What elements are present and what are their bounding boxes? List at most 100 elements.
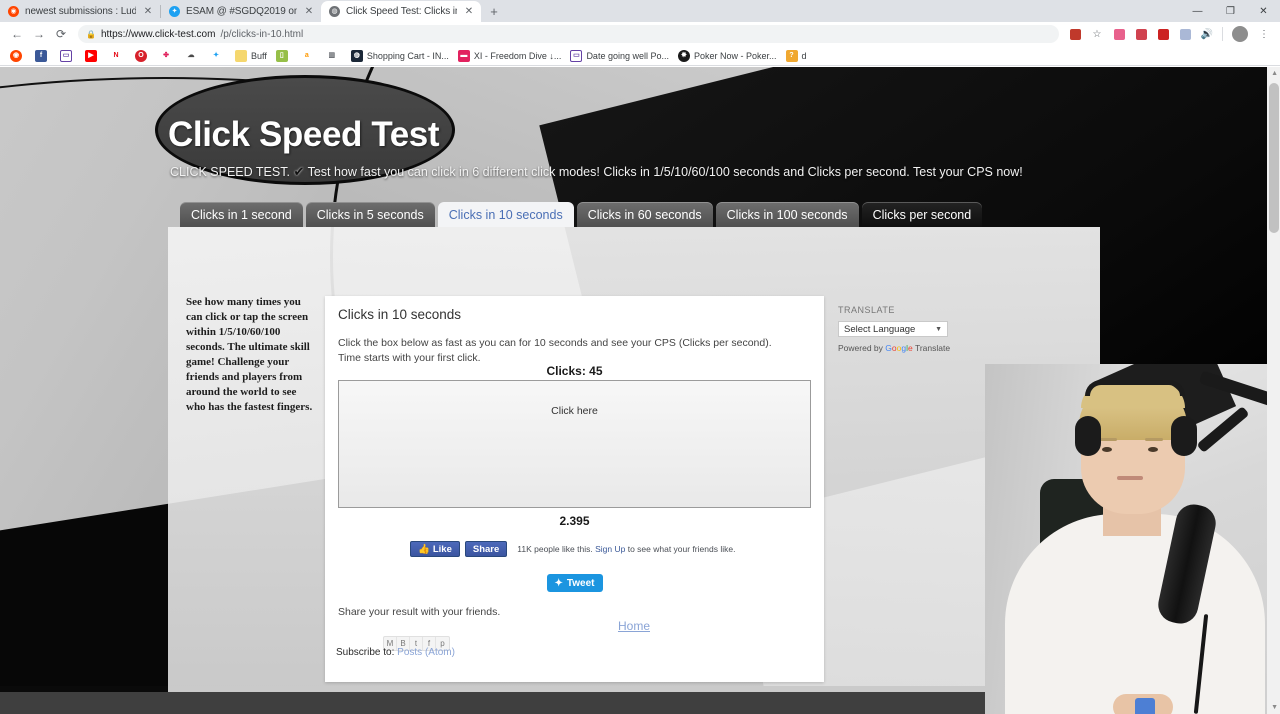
folder-icon xyxy=(235,49,247,62)
webcam-person-eye-left xyxy=(1102,447,1112,452)
bookmark-buff-folder[interactable]: Buff xyxy=(231,47,271,65)
sidebar-description: See how many times you can click or tap … xyxy=(186,296,313,414)
facebook-like-button[interactable]: 👍 Like xyxy=(410,541,460,557)
close-icon[interactable]: ✕ xyxy=(303,6,315,17)
extension-grammar-icon[interactable] xyxy=(1175,24,1195,44)
browser-tab-1[interactable]: ✦ ESAM @ #SGDQ2019 on Twitter ✕ xyxy=(161,1,321,22)
bookmark-facebook[interactable]: f xyxy=(31,47,55,65)
bookmark-label: Date going well Po... xyxy=(586,50,669,61)
bookmark-label: Shopping Cart - IN... xyxy=(366,50,449,61)
bookmark-opera[interactable]: O xyxy=(131,47,155,65)
bookmark-d[interactable]: ? d xyxy=(782,47,811,65)
scroll-down-icon[interactable]: ▼ xyxy=(1271,704,1278,711)
extension-red-icon[interactable] xyxy=(1153,24,1173,44)
thumbs-up-icon: 👍 xyxy=(418,543,430,555)
scroll-up-icon[interactable]: ▲ xyxy=(1271,70,1278,77)
twitter-icon: ✦ xyxy=(169,6,180,17)
like-count: 11K people like this. xyxy=(517,544,593,554)
bookmark-date-going-well[interactable]: ▭ Date going well Po... xyxy=(566,47,673,65)
minimize-button[interactable]: — xyxy=(1181,0,1214,22)
click-area[interactable]: Click here xyxy=(338,380,811,508)
toolbar-icon-group: ☆ 🔊 ⋮ xyxy=(1065,24,1274,44)
bookmark-twitter[interactable]: ✦ xyxy=(206,47,230,65)
bookmarks-bar: ◉ f ▭ ▶ N O ✤ ☁ ✦ Buff ▯ a ▥ ◍ Shopping C… xyxy=(0,46,1280,66)
tweet-button[interactable]: ✦ Tweet xyxy=(546,574,603,592)
toolbar-divider xyxy=(1222,27,1223,41)
bookmark-analytics[interactable]: ▥ xyxy=(322,47,346,65)
tab-clicks-in-10-seconds[interactable]: Clicks in 10 seconds xyxy=(437,202,574,227)
bookmark-freedom-dive[interactable]: ▬ XI - Freedom Dive ↓... xyxy=(454,47,566,65)
tab-clicks-in-100-seconds[interactable]: Clicks in 100 seconds xyxy=(715,202,859,227)
steam-icon: ◍ xyxy=(350,49,363,62)
powered-suffix: Translate xyxy=(914,343,951,353)
tab-clicks-in-1-second[interactable]: Clicks in 1 second xyxy=(180,202,303,227)
bookmark-shopify[interactable]: ▯ xyxy=(272,47,296,65)
poker-icon: ✸ xyxy=(677,49,690,62)
new-tab-button[interactable]: + xyxy=(481,1,507,22)
powered-prefix: Powered by xyxy=(838,343,883,353)
chevron-down-icon: ▼ xyxy=(935,325,942,333)
bookmark-amazon[interactable]: a xyxy=(297,47,321,65)
chat-icon: ☁ xyxy=(185,49,197,62)
address-bar[interactable]: 🔒 https://www.click-test.com/p/clicks-in… xyxy=(78,25,1059,43)
bookmark-youtube[interactable]: ▶ xyxy=(81,47,105,65)
bookmark-star-icon[interactable]: ☆ xyxy=(1087,24,1107,44)
checkmark-icon: ✔ xyxy=(293,164,305,179)
share-label: Share xyxy=(472,543,500,555)
lock-icon: 🔒 xyxy=(86,29,96,39)
close-icon[interactable]: ✕ xyxy=(142,6,154,17)
profile-avatar[interactable] xyxy=(1232,26,1248,42)
twitter-bird-icon: ✦ xyxy=(554,577,563,589)
like-meta-tail: to see what your friends like. xyxy=(627,544,736,554)
home-link[interactable]: Home xyxy=(168,619,1100,633)
back-icon[interactable]: ← xyxy=(6,23,28,45)
extension-rocket-icon[interactable] xyxy=(1131,24,1151,44)
extension-shield-icon[interactable] xyxy=(1065,24,1085,44)
reload-icon[interactable]: ⟳ xyxy=(50,23,72,45)
description-body: Test how fast you can click in 6 differe… xyxy=(307,165,1023,179)
page-scrollbar[interactable]: ▲ ▼ xyxy=(1267,67,1280,714)
tab-title: newest submissions : LudwigAhg xyxy=(25,6,136,17)
volume-icon[interactable]: 🔊 xyxy=(1197,24,1217,44)
url-path: /p/clicks-in-10.html xyxy=(220,28,304,40)
extension-pink-icon[interactable] xyxy=(1109,24,1129,44)
shopify-icon: ▯ xyxy=(275,49,288,62)
reddit-icon: ◉ xyxy=(10,49,22,62)
window-close-button[interactable]: ✕ xyxy=(1247,0,1280,22)
click-area-label: Click here xyxy=(551,405,598,417)
reddit-icon: ◉ xyxy=(8,6,19,17)
scrollbar-thumb[interactable] xyxy=(1269,83,1279,233)
maximize-button[interactable]: ❐ xyxy=(1214,0,1247,22)
page-title: Click Speed Test xyxy=(168,115,440,154)
twitter-icon: ✦ xyxy=(210,49,222,62)
language-select[interactable]: Select Language ▼ xyxy=(838,321,948,337)
card-title: Clicks in 10 seconds xyxy=(338,307,462,322)
browser-tab-0[interactable]: ◉ newest submissions : LudwigAhg ✕ xyxy=(0,1,160,22)
webcam-person-mouth xyxy=(1117,476,1143,480)
chrome-menu-icon[interactable]: ⋮ xyxy=(1254,24,1274,44)
slack-icon: ✤ xyxy=(160,49,172,62)
forward-icon[interactable]: → xyxy=(28,23,50,45)
translate-widget: TRANSLATE Select Language ▼ Powered by G… xyxy=(838,305,988,353)
analytics-icon: ▥ xyxy=(325,49,338,62)
posts-atom-link[interactable]: Posts (Atom) xyxy=(397,647,455,658)
bookmark-netflix[interactable]: N xyxy=(106,47,130,65)
bookmark-shopping-cart[interactable]: ◍ Shopping Cart - IN... xyxy=(347,47,453,65)
tab-clicks-per-second[interactable]: Clicks per second xyxy=(861,202,983,227)
tweet-label: Tweet xyxy=(566,577,595,589)
tab-clicks-in-5-seconds[interactable]: Clicks in 5 seconds xyxy=(305,202,435,227)
twitch-icon: ▭ xyxy=(570,49,583,62)
tab-clicks-in-60-seconds[interactable]: Clicks in 60 seconds xyxy=(576,202,713,227)
bookmark-chat[interactable]: ☁ xyxy=(181,47,205,65)
tweet-row: ✦ Tweet xyxy=(325,574,824,592)
close-icon[interactable]: ✕ xyxy=(463,6,475,17)
google-wordmark: Google xyxy=(885,343,913,353)
share-prompt: Share your result with your friends. xyxy=(338,606,501,618)
signup-link[interactable]: Sign Up xyxy=(595,544,625,554)
bookmark-poker-now[interactable]: ✸ Poker Now - Poker... xyxy=(674,47,781,65)
bookmark-slack[interactable]: ✤ xyxy=(156,47,180,65)
browser-tab-2-active[interactable]: ◍ Click Speed Test: Clicks in 10 sec ✕ xyxy=(321,1,481,22)
facebook-share-button[interactable]: Share xyxy=(464,541,508,557)
bookmark-reddit[interactable]: ◉ xyxy=(6,47,30,65)
bookmark-twitch[interactable]: ▭ xyxy=(56,47,80,65)
